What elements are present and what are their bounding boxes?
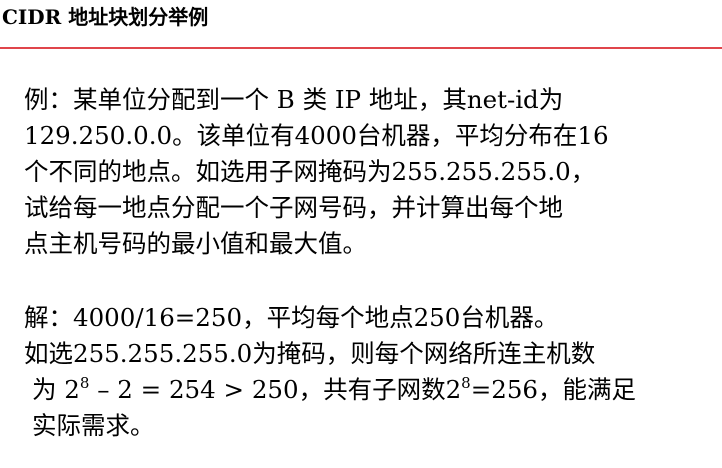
solution-line-3-middle: – 2 = 254 > 250，共有子网数2	[89, 375, 462, 404]
example-line: 个不同的地点。如选用子网掩码为255.255.255.0，	[24, 157, 596, 186]
example-line: 129.250.0.0。该单位有4000台机器，平均分布在16	[24, 121, 609, 150]
example-paragraph: 例：某单位分配到一个 B 类 IP 地址，其net-id为 129.250.0.…	[24, 82, 714, 262]
exponent-2: 8	[461, 373, 471, 392]
solution-line-3: 为 28 – 2 = 254 > 250，共有子网数28=256，能满足	[24, 372, 714, 408]
solution-line-4: 实际需求。	[32, 411, 155, 440]
solution-paragraph: 解：4000/16=250，平均每个地点250台机器。 如选255.255.25…	[24, 300, 714, 444]
solution-line-3-suffix: =256，能满足	[470, 375, 637, 404]
title-divider	[0, 47, 722, 49]
example-line: 试给每一地点分配一个子网号码，并计算出每个地	[24, 193, 563, 222]
solution-line-1: 解：4000/16=250，平均每个地点250台机器。	[24, 303, 559, 332]
solution-line-2: 如选255.255.255.0为掩码，则每个网络所连主机数	[24, 339, 596, 368]
exponent-1: 8	[79, 373, 90, 392]
solution-line-3-prefix: 为 2	[32, 375, 80, 404]
slide-title: CIDR 地址块划分举例	[2, 5, 209, 29]
example-line: 例：某单位分配到一个 B 类 IP 地址，其net-id为	[24, 85, 564, 114]
example-line: 点主机号码的最小值和最大值。	[24, 229, 367, 258]
